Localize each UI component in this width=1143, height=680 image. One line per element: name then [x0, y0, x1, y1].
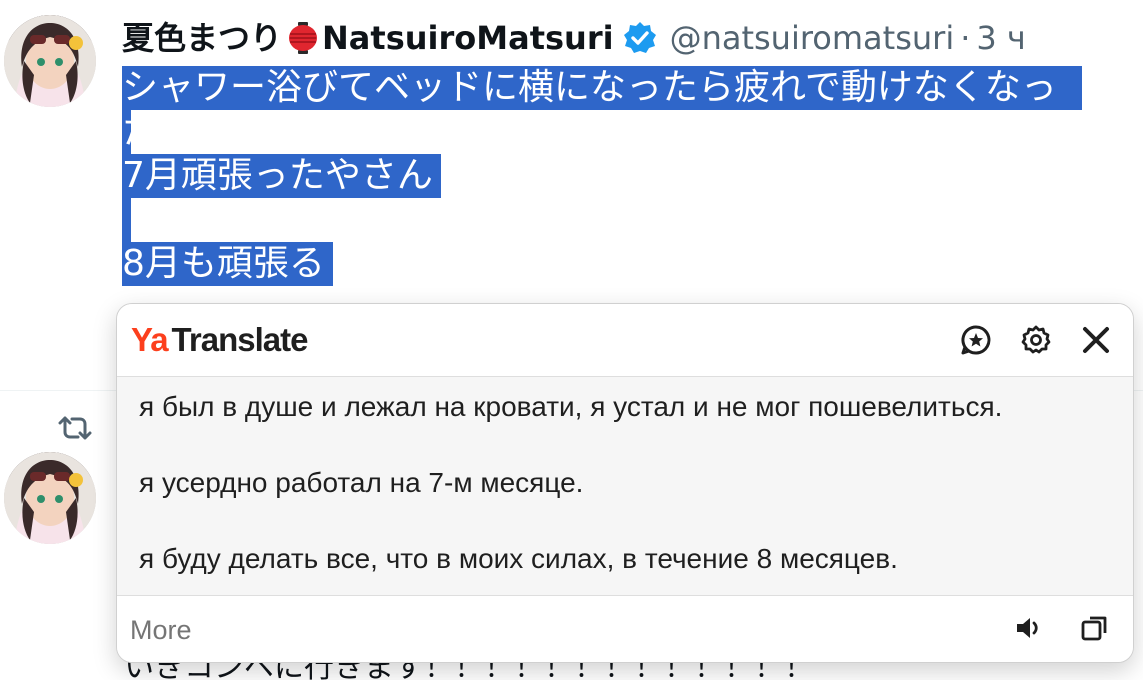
translation-line: я буду делать все, что в моих силах, в т… [139, 543, 898, 574]
verified-badge-icon [622, 20, 658, 56]
brand-ya: Ya [131, 321, 169, 358]
translate-brand-logo: Ya Translate [131, 320, 309, 360]
avatar[interactable] [4, 452, 96, 544]
favorite-icon[interactable] [957, 321, 995, 359]
more-link[interactable]: More [130, 611, 192, 649]
copy-icon[interactable] [1079, 612, 1111, 644]
display-name-latin[interactable]: NatsuiroMatsuri [322, 16, 614, 60]
close-icon[interactable] [1077, 321, 1115, 359]
translate-popup: Ya Translate я был в душе и лежал на кро… [116, 303, 1134, 663]
tweet-text-line: 8月も頑張る [122, 242, 333, 286]
tweet-text-blank-line [122, 198, 131, 242]
display-name[interactable]: 夏色まつり [122, 16, 282, 60]
page: 夏色まつり NatsuiroMatsuri @natsuiromatsuri ·… [0, 0, 1143, 680]
user-handle[interactable]: @natsuiromatsuri [670, 16, 955, 60]
lantern-icon [286, 21, 320, 55]
tweet-text-line: シャワー浴びてベッドに横になったら疲れで動けなくなった [122, 66, 1082, 152]
retweet-icon[interactable] [58, 414, 92, 442]
translation-text: я был в душе и лежал на кровати, я устал… [139, 388, 1119, 616]
translation-line: я усердно работал на 7-м месяце. [139, 467, 584, 498]
translate-header-actions [957, 321, 1115, 359]
translate-popup-header: Ya Translate [117, 304, 1133, 377]
avatar[interactable] [4, 15, 96, 107]
tweet-timestamp[interactable]: 3 ч [976, 16, 1025, 60]
translate-popup-footer: More [117, 595, 1133, 662]
tweet-header: 夏色まつり NatsuiroMatsuri @natsuiromatsuri ·… [122, 16, 1026, 60]
brand-name: Translate [171, 321, 309, 358]
translation-line: я был в душе и лежал на кровати, я устал… [139, 391, 1003, 422]
tweet-text: シャワー浴びてベッドに横になったら疲れで動けなくなった 7月頑張ったやさん 8月… [122, 66, 1082, 286]
tweet-text-line: 7月頑張ったやさん [122, 154, 441, 198]
speaker-icon[interactable] [1013, 612, 1045, 644]
header-separator: · [960, 19, 971, 57]
settings-icon[interactable] [1017, 321, 1055, 359]
translate-footer-actions [1013, 612, 1111, 644]
